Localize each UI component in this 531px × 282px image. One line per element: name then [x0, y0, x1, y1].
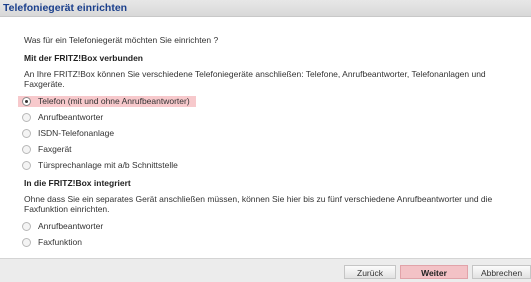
- radio-icon[interactable]: [22, 129, 31, 138]
- option-label: Türsprechanlage mit a/b Schnittstelle: [38, 160, 178, 170]
- question-text: Was für ein Telefoniegerät möchten Sie e…: [24, 35, 219, 45]
- option-label: Faxfunktion: [38, 237, 82, 247]
- option-telefon[interactable]: Telefon (mit und ohne Anrufbeantworter): [18, 96, 196, 107]
- radio-selected-icon[interactable]: [22, 97, 31, 106]
- option-label: ISDN-Telefonanlage: [38, 128, 115, 138]
- window-titlebar: Telefoniegerät einrichten: [0, 0, 531, 17]
- option-tuersprechanlage[interactable]: Türsprechanlage mit a/b Schnittstelle: [18, 160, 184, 171]
- option-faxfunktion[interactable]: Faxfunktion: [18, 237, 88, 248]
- section-description-connected: An Ihre FRITZ!Box können Sie verschieden…: [24, 69, 486, 89]
- radio-icon[interactable]: [22, 113, 31, 122]
- window-title: Telefoniegerät einrichten: [3, 2, 128, 14]
- radio-icon[interactable]: [22, 238, 31, 247]
- section-heading-integrated: In die FRITZ!Box integriert: [24, 178, 131, 188]
- option-label: Faxgerät: [38, 144, 72, 154]
- option-label: Anrufbeantworter: [38, 112, 104, 122]
- option-isdn-telefonanlage[interactable]: ISDN-Telefonanlage: [18, 128, 120, 139]
- option-label: Telefon (mit und ohne Anrufbeantworter): [38, 96, 190, 106]
- section-description-integrated: Ohne dass Sie ein separates Gerät anschl…: [24, 194, 493, 214]
- option-faxgeraet[interactable]: Faxgerät: [18, 144, 78, 155]
- option-anrufbeantworter[interactable]: Anrufbeantworter: [18, 112, 109, 123]
- radio-icon[interactable]: [22, 161, 31, 170]
- radio-icon[interactable]: [22, 222, 31, 231]
- option-label: Anrufbeantworter: [38, 221, 104, 231]
- section-heading-connected: Mit der FRITZ!Box verbunden: [24, 53, 143, 63]
- cancel-button[interactable]: Abbrechen: [472, 265, 531, 279]
- option-integrated-anrufbeantworter[interactable]: Anrufbeantworter: [18, 221, 109, 232]
- radio-icon[interactable]: [22, 145, 31, 154]
- next-button[interactable]: Weiter: [400, 265, 468, 279]
- back-button[interactable]: Zurück: [344, 265, 396, 279]
